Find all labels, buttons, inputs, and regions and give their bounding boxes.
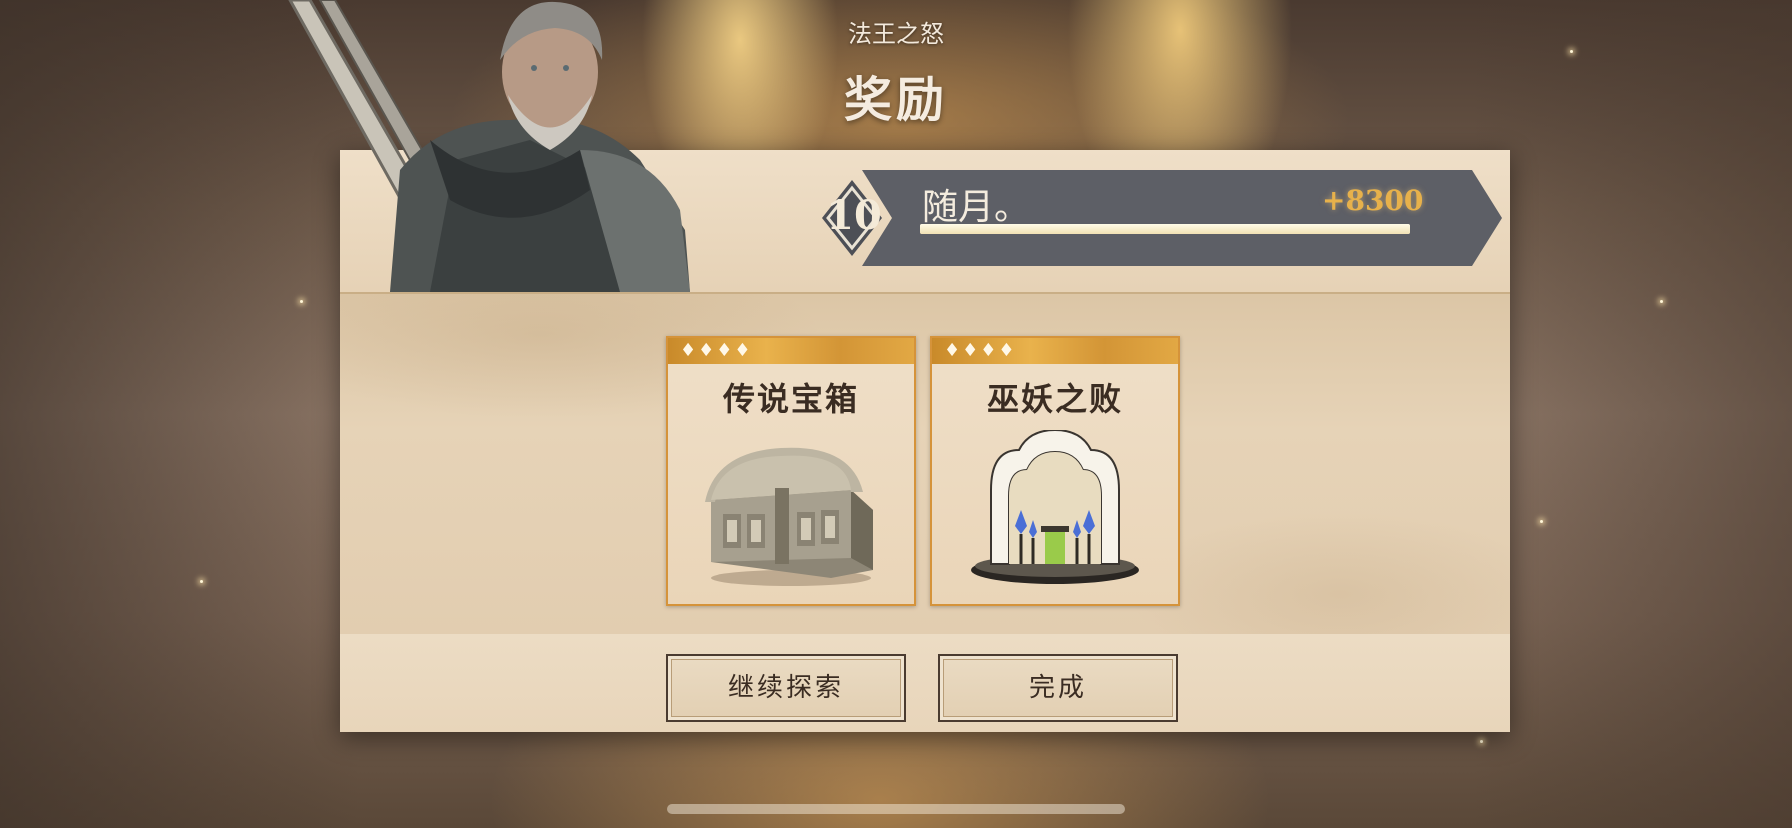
level-banner: 10 随月。 +8300 bbox=[822, 170, 1502, 266]
sparkle-effect bbox=[1480, 740, 1483, 743]
xp-progress-fill bbox=[920, 224, 1410, 234]
sparkle-effect bbox=[1540, 520, 1543, 523]
card-rarity-bar: ♦♦♦♦ bbox=[668, 338, 914, 364]
panel-buttons-section bbox=[340, 634, 1510, 732]
sparkle-effect bbox=[200, 580, 203, 583]
page-title: 奖励 bbox=[843, 72, 948, 128]
continue-explore-button[interactable]: 继续探索 bbox=[666, 654, 906, 722]
reward-screen: 法王之怒 奖励 10 随月。 +8300 ♦♦♦♦ 传说宝箱 ♦♦♦♦ 巫妖之败… bbox=[0, 0, 1792, 828]
sparkle-effect bbox=[1570, 50, 1573, 53]
shrine-icon bbox=[955, 428, 1155, 590]
hero-portrait bbox=[280, 0, 740, 292]
reward-title: 传说宝箱 bbox=[722, 380, 859, 418]
sparkle-effect bbox=[1660, 300, 1663, 303]
stage-subtitle: 法王之怒 bbox=[848, 20, 944, 48]
reward-card-lich-defeat[interactable]: ♦♦♦♦ 巫妖之败 bbox=[930, 336, 1180, 606]
sparkle-effect bbox=[300, 300, 303, 303]
done-button[interactable]: 完成 bbox=[938, 654, 1178, 722]
panel-rewards-section bbox=[340, 292, 1510, 636]
reward-card-legendary-chest[interactable]: ♦♦♦♦ 传说宝箱 bbox=[666, 336, 916, 606]
player-name: 随月。 bbox=[922, 187, 1031, 228]
rarity-diamonds-icon: ♦♦♦♦ bbox=[944, 340, 1017, 361]
home-indicator[interactable] bbox=[667, 804, 1125, 814]
xp-gain-text: +8300 bbox=[1322, 184, 1424, 217]
reward-title: 巫妖之败 bbox=[986, 380, 1123, 418]
xp-progress-bar bbox=[920, 224, 1410, 234]
level-number: 10 bbox=[826, 192, 882, 239]
rarity-diamonds-icon: ♦♦♦♦ bbox=[680, 340, 753, 361]
card-rarity-bar: ♦♦♦♦ bbox=[932, 338, 1178, 364]
treasure-chest-icon bbox=[691, 430, 891, 590]
